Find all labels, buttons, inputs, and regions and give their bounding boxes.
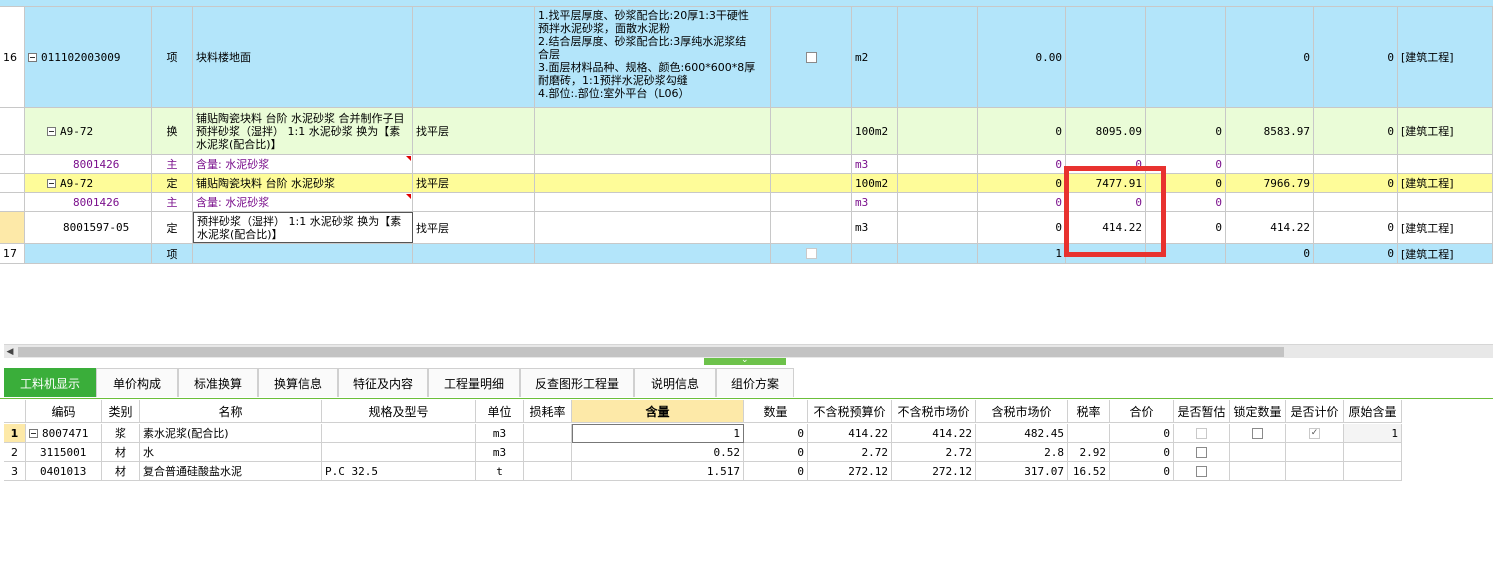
- tab-description[interactable]: 说明信息: [634, 368, 716, 397]
- lock-quantity-checkbox[interactable]: [1252, 427, 1263, 439]
- priced-checkbox[interactable]: [1309, 427, 1320, 439]
- feature-cell: 1.找平层厚度、砂浆配合比:20厚1:3干硬性 预拌水泥砂浆，面散水泥粉 2.结…: [535, 7, 771, 107]
- column-header[interactable]: 税率: [1068, 400, 1110, 423]
- column-header[interactable]: 含税市场价: [976, 400, 1068, 423]
- bottom-tab-bar: 工料机显示 单价构成 标准换算 换算信息 特征及内容 工程量明细 反查图形工程量…: [0, 368, 1493, 399]
- name-edit-cell[interactable]: 预拌砂浆（湿拌） 1:1 水泥砂浆 换为【素水泥浆(配合比)】: [193, 212, 413, 243]
- column-header[interactable]: 是否暂估: [1174, 400, 1230, 423]
- column-header[interactable]: 规格及型号: [322, 400, 476, 423]
- collapse-icon[interactable]: [47, 126, 56, 136]
- tab-reverse-lookup[interactable]: 反查图形工程量: [520, 368, 634, 397]
- quantity-cell: 0.00: [978, 7, 1066, 107]
- type-cell: 项: [152, 7, 193, 107]
- collapse-icon[interactable]: [28, 52, 37, 62]
- tab-material[interactable]: 工料机显示: [4, 368, 96, 397]
- column-header[interactable]: 损耗率: [524, 400, 572, 423]
- checkbox-cell: [771, 7, 852, 107]
- tab-pricing-scheme[interactable]: 组价方案: [716, 368, 794, 397]
- scroll-left-icon[interactable]: ◀: [4, 346, 16, 358]
- column-header[interactable]: 含量: [572, 400, 744, 423]
- chevron-down-icon: ⌄: [741, 355, 749, 365]
- column-header[interactable]: 不含税预算价: [808, 400, 892, 423]
- column-header[interactable]: 是否计价: [1286, 400, 1344, 423]
- row-selector[interactable]: [0, 212, 25, 243]
- table-row[interactable]: A9-72 定 铺贴陶瓷块料 台阶 水泥砂浆 找平层 100m2 0 7477.…: [0, 174, 1493, 193]
- table-row[interactable]: 8001426 主 含量: 水泥砂浆 m3 0 0 0: [0, 155, 1493, 174]
- table-row[interactable]: [0, 0, 1493, 7]
- checkbox[interactable]: [805, 51, 817, 63]
- column-header[interactable]: 数量: [744, 400, 808, 423]
- table-row[interactable]: 8001597-05 定 预拌砂浆（湿拌） 1:1 水泥砂浆 换为【素水泥浆(配…: [0, 212, 1493, 244]
- provisional-checkbox[interactable]: [1196, 427, 1207, 439]
- unit-cell: m2: [852, 7, 898, 107]
- tab-standard-conversion[interactable]: 标准换算: [178, 368, 258, 397]
- table-row[interactable]: 8001426 主 含量: 水泥砂浆 m3 0 0 0: [0, 193, 1493, 212]
- row-number: 16: [0, 7, 25, 107]
- tab-unit-price[interactable]: 单价构成: [96, 368, 178, 397]
- provisional-checkbox[interactable]: [1196, 446, 1207, 458]
- splitter-handle[interactable]: ⌄: [704, 355, 786, 365]
- tab-conversion-info[interactable]: 换算信息: [258, 368, 338, 397]
- column-header[interactable]: 单位: [476, 400, 524, 423]
- column-header[interactable]: 不含税市场价: [892, 400, 976, 423]
- name-cell: 块料楼地面: [193, 7, 413, 107]
- highlight-box: [1064, 166, 1166, 257]
- table-row[interactable]: 16 011102003009 项 块料楼地面 1.找平层厚度、砂浆配合比:20…: [0, 7, 1493, 108]
- scrollbar-thumb[interactable]: [18, 347, 1284, 357]
- column-header[interactable]: 原始含量: [1344, 400, 1402, 423]
- content-input[interactable]: 1: [572, 424, 744, 443]
- column-header[interactable]: 名称: [140, 400, 322, 423]
- tab-features[interactable]: 特征及内容: [338, 368, 428, 397]
- column-header[interactable]: 类别: [102, 400, 140, 423]
- column-header[interactable]: 合价: [1110, 400, 1174, 423]
- remark-cell: [413, 7, 535, 107]
- column-header[interactable]: 编码: [26, 400, 102, 423]
- table-row[interactable]: A9-72 换 铺贴陶瓷块料 台阶 水泥砂浆 合并制作子目 预拌砂浆（湿拌） 1…: [0, 108, 1493, 155]
- collapse-icon[interactable]: [47, 178, 56, 188]
- collapse-icon[interactable]: [29, 428, 38, 438]
- code-cell: A9-72: [25, 174, 152, 192]
- row-number: 17: [0, 244, 25, 263]
- table-row[interactable]: 17 项 1 0 0 [建筑工程]: [0, 244, 1493, 264]
- tab-quantity-detail[interactable]: 工程量明细: [428, 368, 520, 397]
- profession-cell: [建筑工程]: [1398, 7, 1493, 107]
- name-cell: 铺贴陶瓷块料 台阶 水泥砂浆 合并制作子目 预拌砂浆（湿拌） 1:1 水泥砂浆 …: [193, 108, 413, 154]
- provisional-checkbox[interactable]: [1196, 465, 1207, 477]
- column-header[interactable]: 锁定数量: [1230, 400, 1286, 423]
- checkbox[interactable]: [805, 248, 817, 259]
- code-cell: 011102003009: [25, 7, 152, 107]
- code-cell: A9-72: [25, 108, 152, 154]
